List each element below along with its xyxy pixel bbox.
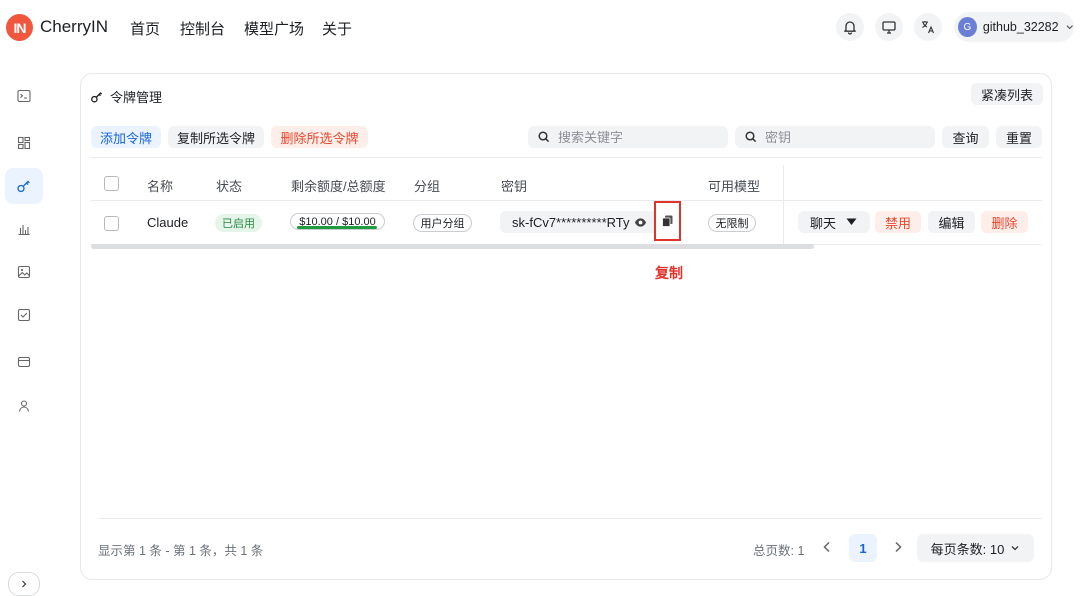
delete-token-button[interactable]: 删除 [981,211,1028,233]
keyword-search-input[interactable] [556,128,710,146]
key-icon [91,91,103,102]
chevron-down-icon [1011,546,1019,551]
edit-token-button[interactable]: 编辑 [928,211,975,233]
group-tag: 用户分组 [413,214,472,232]
key-search-field[interactable] [735,126,935,148]
monitor-icon [882,21,896,34]
prev-page-button[interactable] [818,537,836,557]
select-all-checkbox[interactable] [104,176,119,191]
column-header-name: 名称 [147,179,174,194]
key-search-input[interactable] [763,128,917,146]
user-name: github_32282 [982,20,1059,34]
column-header-key: 密钥 [501,179,528,194]
models-tag: 无限制 [708,214,756,232]
translate-icon [922,21,935,34]
fixed-column-divider [783,165,784,245]
sidebar-item-tasks[interactable] [5,297,43,333]
nav-home[interactable]: 首页 [130,18,160,39]
sidebar-item-console[interactable] [5,78,43,114]
eye-icon[interactable] [634,216,647,229]
status-badge: 已启用 [215,214,262,232]
sidebar-item-wallet[interactable] [5,344,43,380]
page-title: 令牌管理 [90,87,162,106]
key-icon [17,180,30,193]
nav-about[interactable]: 关于 [322,18,352,39]
query-button[interactable]: 查询 [942,126,989,148]
nav-console[interactable]: 控制台 [180,18,225,39]
chat-button-label[interactable]: 聊天 [810,213,836,232]
chevron-down-icon[interactable] [846,218,857,226]
next-page-button[interactable] [889,537,907,557]
dashboard-grid-icon [17,136,31,150]
chevron-down-icon [1066,25,1073,30]
header-divider [91,200,1042,201]
column-header-group: 分组 [414,179,441,194]
user-menu[interactable]: G github_32282 [954,12,1074,42]
delete-selected-tokens-button[interactable]: 删除所选令牌 [271,126,368,148]
column-header-models: 可用模型 [708,179,761,194]
reset-button[interactable]: 重置 [996,126,1042,148]
copy-selected-tokens-button[interactable]: 复制所选令牌 [168,126,264,148]
task-check-icon [17,308,31,322]
disable-token-button[interactable]: 禁用 [875,211,921,233]
chevron-left-icon [823,541,830,553]
avatar: G [958,17,977,37]
compact-list-button[interactable]: 紧凑列表 [971,83,1043,105]
sidebar-item-dashboard[interactable] [5,125,43,161]
copy-key-button[interactable] [654,201,681,241]
sidebar-expand-button[interactable] [8,572,40,596]
quota-progress-fill [297,226,377,229]
user-icon [18,400,30,412]
search-icon [745,131,757,143]
token-name: Claude [147,215,189,230]
token-key-value: sk-fCv7**********RTy [512,214,630,230]
sidebar-item-profile[interactable] [5,388,43,424]
language-button[interactable] [914,13,942,41]
copy-icon [662,215,673,227]
terminal-icon [17,89,31,103]
total-pages: 总页数: 1 [753,544,805,558]
chevron-right-icon [895,541,902,553]
tokens-card [80,73,1052,580]
brand-logo[interactable]: IN [6,14,33,41]
row-checkbox[interactable] [104,216,119,231]
search-icon [538,131,550,143]
bar-chart-icon [18,225,30,236]
page-size-label: 每页条数: 10 [930,541,1005,557]
chevron-expand-icon [22,580,27,588]
sidebar-item-drawing[interactable] [5,254,43,290]
add-token-button[interactable]: 添加令牌 [91,126,161,148]
image-icon [17,265,31,279]
notifications-button[interactable] [836,13,864,41]
nav-model-market[interactable]: 模型广场 [244,18,304,39]
wallet-card-icon [17,356,31,368]
display-button[interactable] [875,13,903,41]
page-size-select[interactable]: 每页条数: 10 [917,534,1034,562]
chat-split-button[interactable]: 聊天 [798,211,870,233]
column-header-status: 状态 [216,179,243,194]
footer-divider [98,518,1042,519]
column-header-quota: 剩余额度/总额度 [291,179,386,194]
sidebar-item-tokens[interactable] [5,168,43,204]
page-title-text: 令牌管理 [110,90,163,105]
copy-annotation-label: 复制 [655,265,683,281]
sidebar-item-usage[interactable] [5,211,43,247]
brand-name[interactable]: CherryIN [40,17,108,37]
keyword-search-field[interactable] [528,126,728,148]
table-top-divider [91,157,1042,158]
quota-progress-track [297,226,377,229]
page-1-button[interactable]: 1 [849,534,877,562]
horizontal-scrollbar[interactable] [91,244,814,249]
pagination-summary: 显示第 1 条 - 第 1 条，共 1 条 [98,544,264,558]
token-key-field: sk-fCv7**********RTy [500,211,664,233]
bell-icon [844,21,856,35]
